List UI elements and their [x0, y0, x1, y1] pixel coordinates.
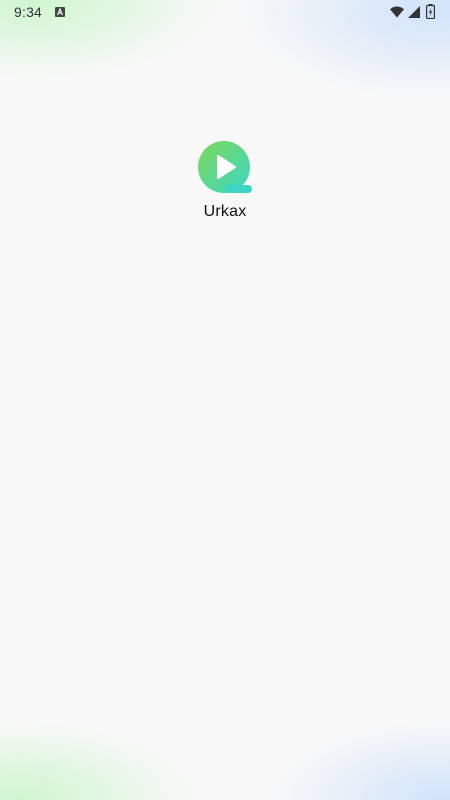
text-a-icon: [55, 7, 65, 17]
play-logo-icon: [198, 141, 252, 193]
wifi-icon: [390, 6, 404, 18]
status-time: 9:34: [14, 4, 43, 20]
app-name: Urkax: [203, 203, 247, 220]
battery-charging-icon: [426, 4, 435, 19]
status-bar: 9:34: [0, 0, 450, 24]
background-glow-bottom: [0, 680, 450, 800]
cellular-signal-icon: [408, 6, 420, 18]
